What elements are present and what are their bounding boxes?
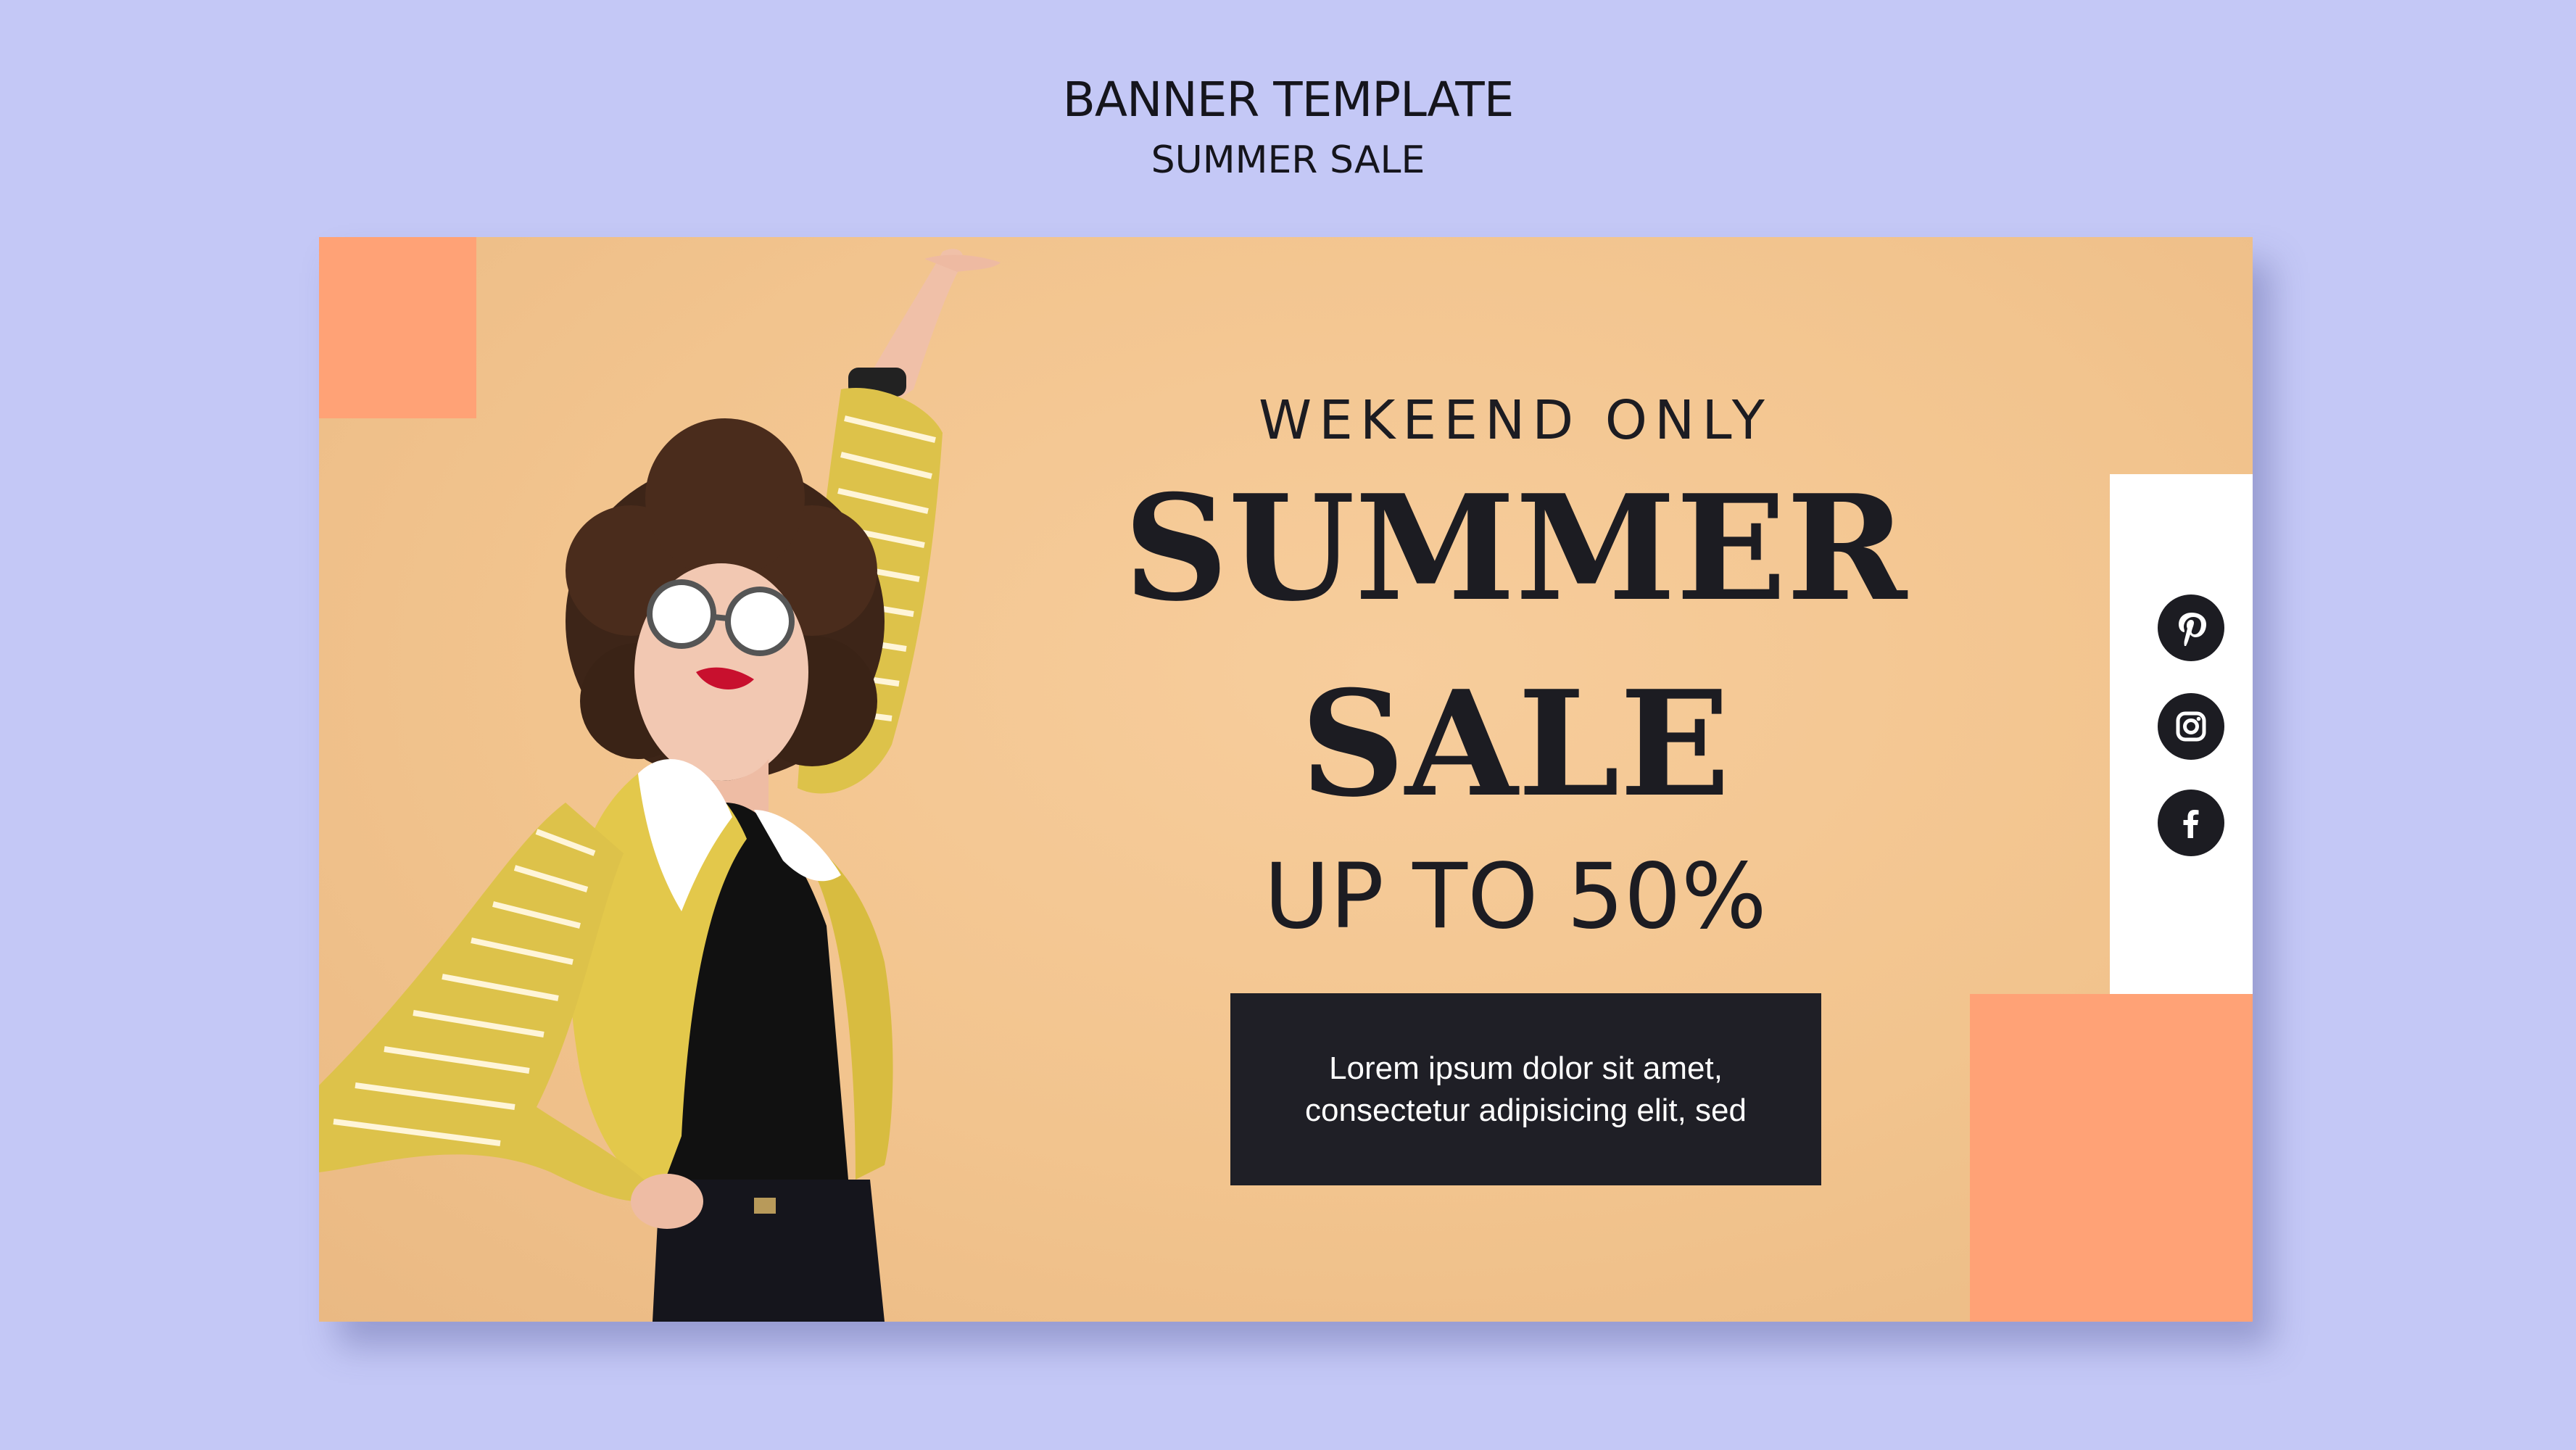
page-header: BANNER TEMPLATE SUMMER SALE	[0, 71, 2576, 184]
instagram-button[interactable]	[2158, 693, 2224, 760]
headline-line-1: SUMMER	[1123, 463, 1908, 634]
model-photo	[319, 249, 1001, 1322]
cta-box: Lorem ipsum dolor sit amet, consectetur …	[1230, 993, 1821, 1185]
pinterest-button[interactable]	[2158, 594, 2224, 661]
pinterest-icon	[2179, 613, 2206, 646]
headline-line-2: SALE	[1300, 659, 1731, 829]
social-panel	[2110, 474, 2253, 994]
facebook-icon	[2183, 810, 2199, 838]
summer-sale-banner: WEKEEND ONLY SUMMER SALE UP TO 50% Lorem…	[319, 237, 2253, 1322]
page-title: BANNER TEMPLATE	[1062, 72, 1515, 128]
kicker-text: WEKEEND ONLY	[1258, 389, 1773, 452]
discount-text: UP TO 50%	[1264, 845, 1767, 949]
cta-text-line-2: consectetur adipisicing elit, sed	[1305, 1092, 1747, 1128]
facebook-button[interactable]	[2158, 790, 2224, 856]
page-subtitle: SUMMER SALE	[1151, 138, 1425, 182]
cta-text-line-1: Lorem ipsum dolor sit amet,	[1329, 1050, 1723, 1086]
instagram-icon	[2176, 711, 2206, 742]
accent-block-bottom-right	[1970, 994, 2253, 1322]
